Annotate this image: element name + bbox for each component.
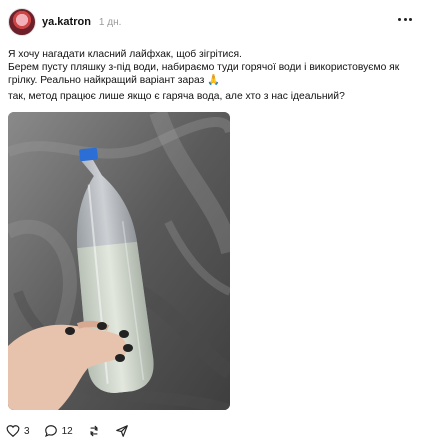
action-bar: 3 12 [6,424,143,438]
bottle-photo [8,112,230,410]
username[interactable]: ya.katron [42,16,91,28]
post-header: ya.katron 1 дн. [42,16,121,28]
like-button[interactable]: 3 [6,424,30,438]
share-icon [115,425,128,437]
post-text-line: Берем пусту пляшку з-під води, набираємо… [8,62,400,73]
share-button[interactable] [115,424,129,438]
like-count: 3 [24,425,30,437]
more-icon[interactable] [398,14,412,24]
comment-count: 12 [61,425,73,437]
post-text-line: Я хочу нагадати класний лайфхак, щоб зіг… [8,49,242,60]
repost-icon [90,425,98,437]
post-card: ya.katron 1 дн. Я хочу нагадати класний … [0,0,428,446]
post-text-line: грілку. Реально найкращий варіант зараз … [8,75,220,86]
post-text-second: так, метод працює лише якщо є гаряча вод… [8,91,345,102]
avatar[interactable] [8,8,36,36]
post-image[interactable] [8,112,230,410]
comment-icon [44,425,57,438]
comment-button[interactable]: 12 [44,424,73,438]
heart-icon [6,425,20,438]
repost-button[interactable] [87,424,101,438]
post-text: Я хочу нагадати класний лайфхак, щоб зіг… [8,48,418,87]
post-time[interactable]: 1 дн. [99,17,121,28]
